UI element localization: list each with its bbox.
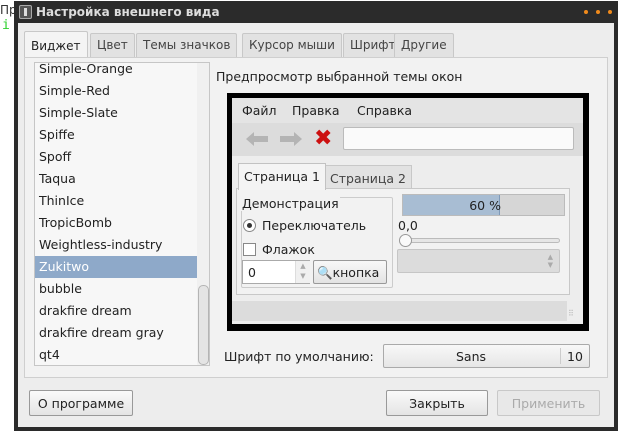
list-item-selected[interactable]: Zukitwo — [35, 256, 197, 278]
theme-preview: Файл Правка Справка ✖ Страница 1 Страниц… — [227, 93, 589, 331]
search-button[interactable]: 🔍кнопка — [313, 260, 387, 284]
list-item[interactable]: bubble — [35, 278, 197, 300]
preview-toolbar: ✖ — [232, 123, 583, 156]
preview-label: Предпросмотр выбранной темы окон — [216, 69, 463, 84]
font-select-button[interactable]: Sans 10 — [383, 344, 590, 368]
list-item[interactable]: Spiffe — [35, 124, 197, 146]
app-icon — [19, 5, 32, 19]
list-item[interactable]: drakfire dream gray — [35, 322, 197, 344]
list-item[interactable]: Spoff — [35, 146, 197, 168]
resize-grip-icon[interactable]: ⠿ — [568, 309, 574, 318]
radio-label: Переключатель — [262, 218, 367, 233]
preview-tab-page2[interactable]: Страница 2 — [324, 165, 412, 189]
value-label: 0,0 — [398, 218, 418, 233]
preview-tab-page1[interactable]: Страница 1 — [238, 163, 326, 190]
list-item[interactable]: Simple-Red — [35, 80, 197, 102]
preview-window: Файл Правка Справка ✖ Страница 1 Страниц… — [232, 98, 583, 324]
address-input[interactable] — [343, 127, 574, 150]
tab-mouse-cursor[interactable]: Курсор мыши — [242, 33, 342, 57]
list-item[interactable]: Taqua — [35, 168, 197, 190]
spin-arrows-icon[interactable]: ▲ ▼ — [295, 261, 310, 283]
tab-icon-themes[interactable]: Темы значков — [136, 33, 238, 57]
menu-edit[interactable]: Правка — [292, 103, 340, 118]
checkbox[interactable] — [243, 243, 256, 256]
progress-text: 60 % — [469, 198, 501, 213]
default-font-label: Шрифт по умолчанию: — [224, 349, 374, 364]
close-button[interactable]: Закрыть — [386, 390, 488, 416]
list-item[interactable]: TropicBomb — [35, 212, 197, 234]
checkbox-label: Флажок — [262, 242, 315, 257]
window-body: Виджет Цвет Темы значков Курсор мыши Шри… — [18, 23, 614, 427]
forward-arrow-icon[interactable] — [280, 132, 302, 146]
combo-arrows-icon: ▲ ▼ — [547, 253, 553, 269]
list-item[interactable]: drakfire dream — [35, 300, 197, 322]
preview-menubar: Файл Правка Справка — [232, 98, 583, 123]
preview-statusbar: ⠿ — [232, 301, 574, 321]
spin-value: 0 — [248, 265, 256, 280]
about-button[interactable]: О программе — [29, 390, 133, 416]
apply-button[interactable]: Применить — [497, 390, 600, 416]
magnifier-icon: 🔍 — [317, 265, 333, 280]
slider-handle[interactable] — [399, 234, 412, 247]
scrollbar-thumb[interactable] — [198, 285, 209, 365]
stop-icon[interactable]: ✖ — [314, 128, 332, 150]
title-bar[interactable]: Настройка внешнего вида — [14, 1, 618, 23]
tab-widget[interactable]: Виджет — [24, 31, 88, 59]
list-item[interactable]: Simple-Slate — [35, 102, 197, 124]
list-scrollbar[interactable] — [197, 63, 209, 365]
list-item[interactable]: Simple-Orange — [35, 63, 197, 80]
tab-color[interactable]: Цвет — [90, 33, 135, 57]
background-terminal-text: i — [2, 18, 10, 33]
font-name: Sans — [456, 349, 487, 364]
back-arrow-icon[interactable] — [246, 132, 268, 146]
divider — [560, 348, 561, 364]
menu-file[interactable]: Файл — [242, 103, 277, 118]
theme-list[interactable]: Simple-Orange Simple-Red Simple-Slate Sp… — [34, 62, 210, 366]
radio-button[interactable] — [243, 219, 256, 232]
maximize-button[interactable] — [596, 10, 600, 14]
combo-box[interactable]: ▲ ▼ — [397, 249, 560, 273]
list-item[interactable]: ThinIce — [35, 190, 197, 212]
appearance-settings-window: Настройка внешнего вида Виджет Цвет Темы… — [14, 1, 618, 431]
progress-bar: 60 % — [402, 194, 565, 216]
spin-box[interactable]: 0 ▲ ▼ — [242, 260, 310, 284]
font-size: 10 — [567, 349, 583, 364]
tab-other[interactable]: Другие — [394, 33, 454, 57]
minimize-button[interactable] — [584, 10, 588, 14]
button-label: кнопка — [332, 265, 380, 280]
group-label: Демонстрация — [241, 196, 340, 211]
menu-help[interactable]: Справка — [357, 103, 412, 118]
list-item[interactable]: qt4 — [35, 344, 197, 365]
window-title: Настройка внешнего вида — [36, 5, 220, 19]
list-item[interactable]: Weightless-industry — [35, 234, 197, 256]
slider[interactable] — [399, 234, 560, 247]
close-window-button[interactable] — [608, 10, 612, 14]
